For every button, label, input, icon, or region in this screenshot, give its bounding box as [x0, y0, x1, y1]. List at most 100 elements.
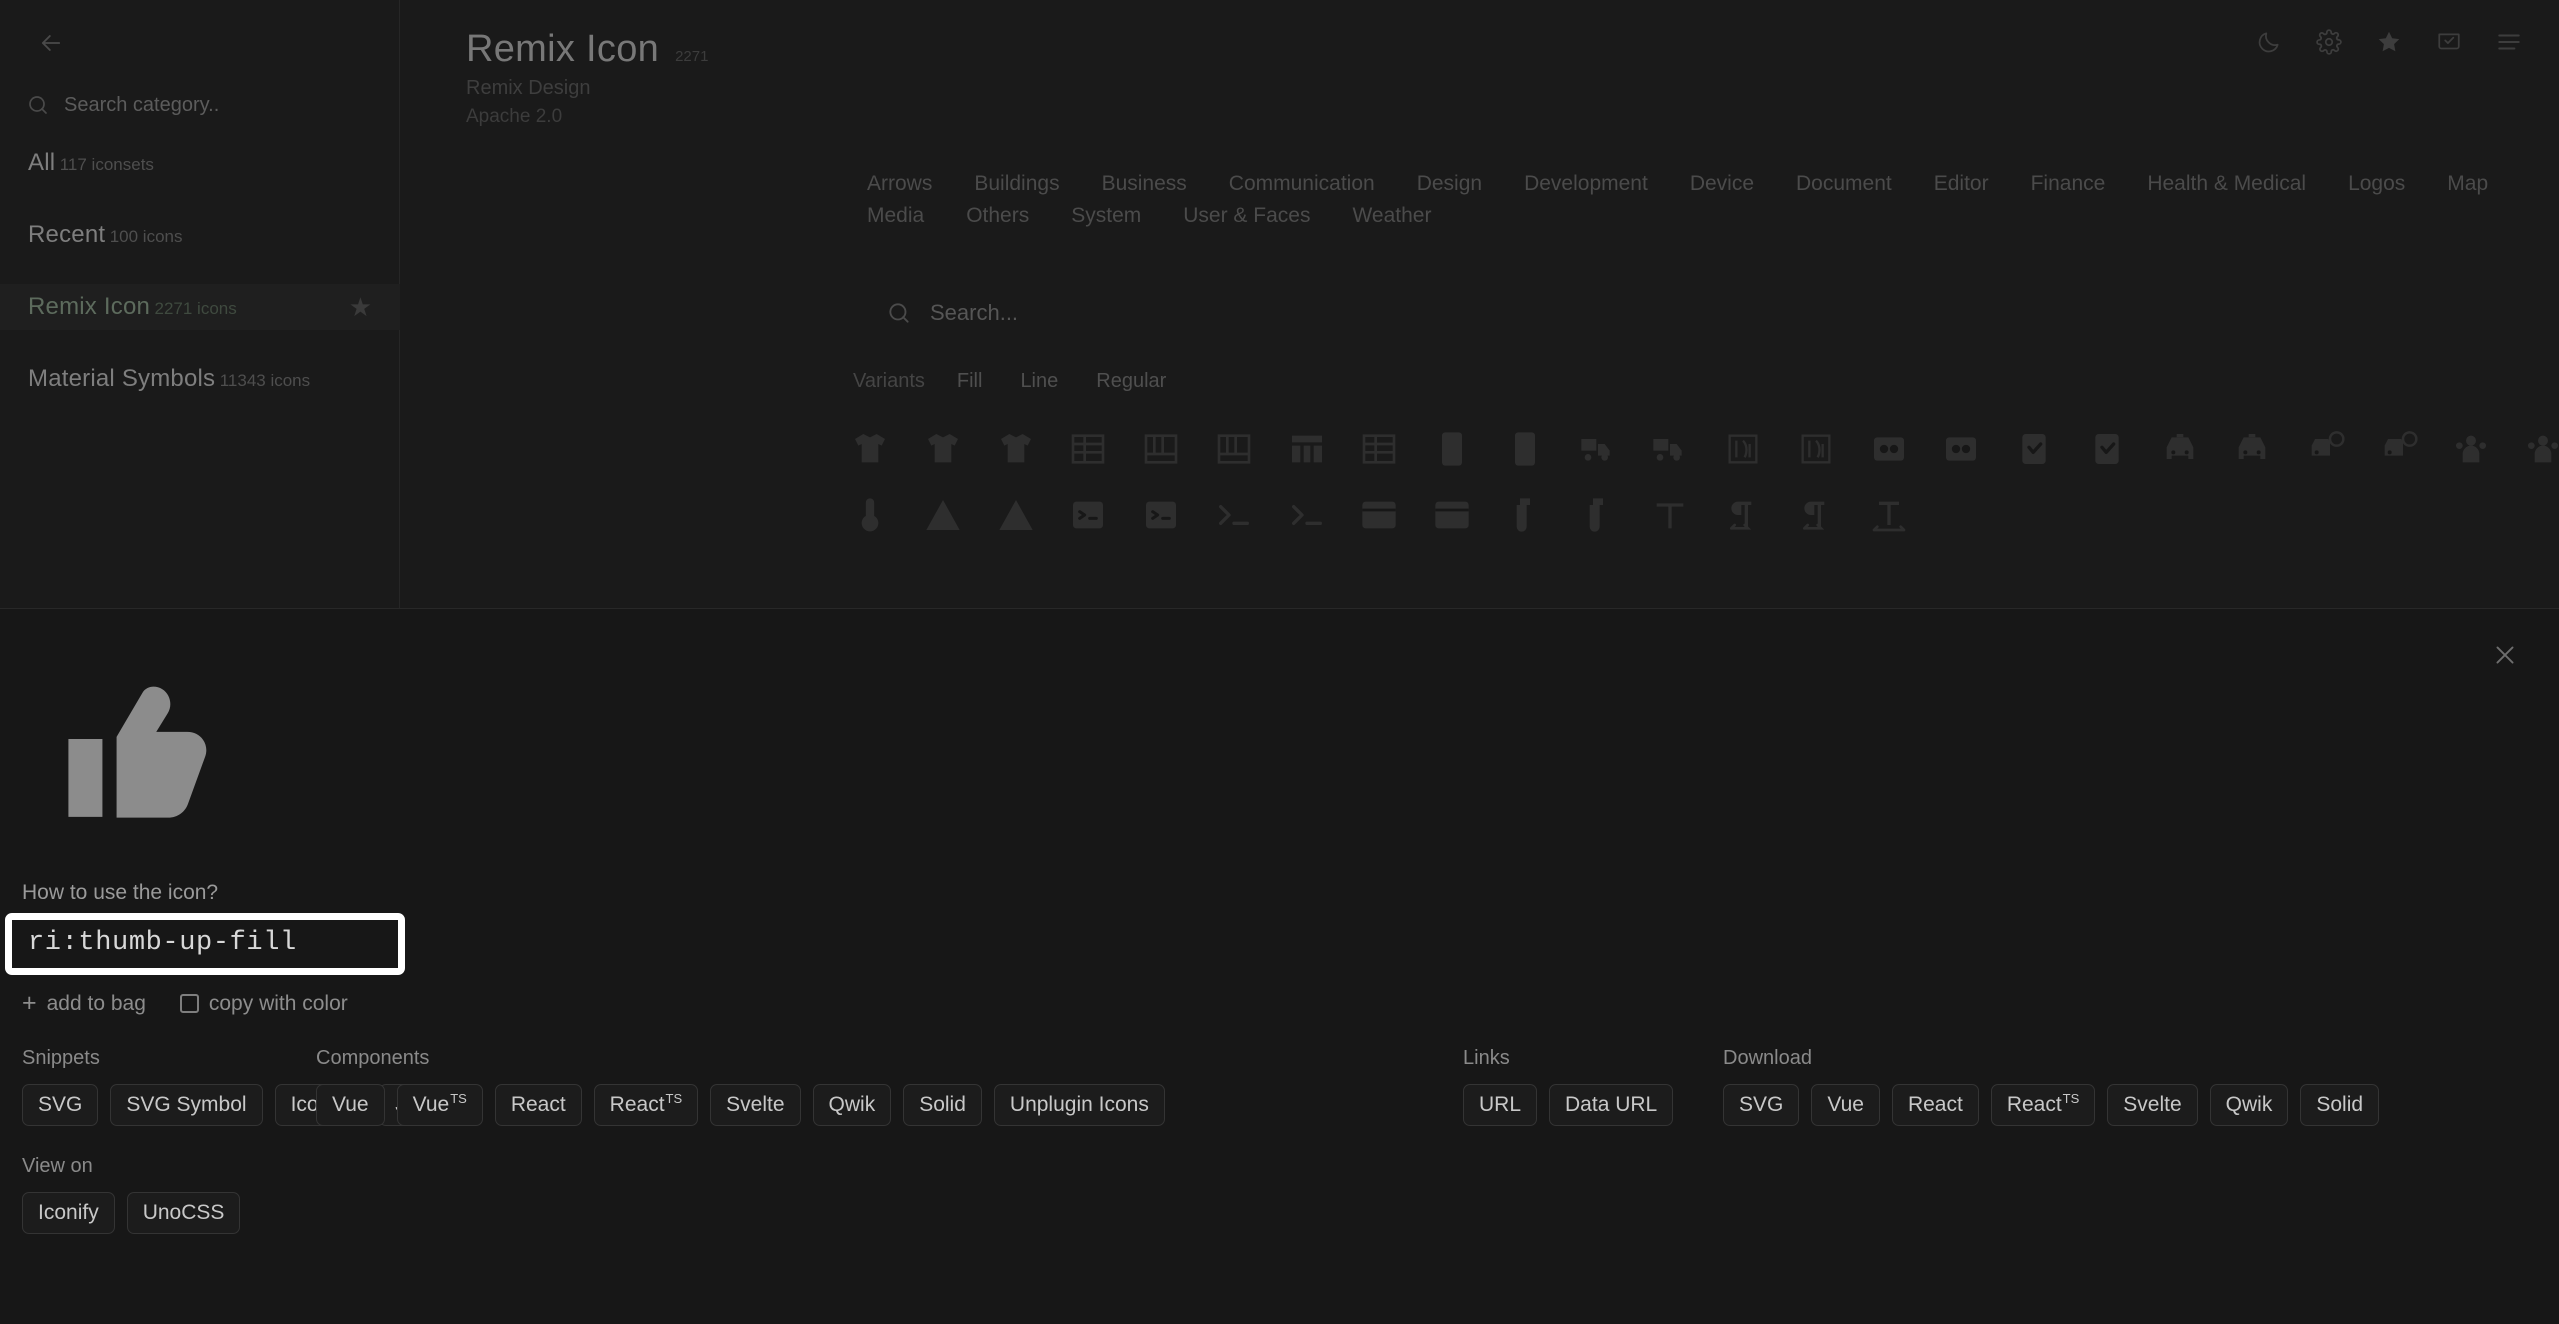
- page-title: Remix Icon: [466, 28, 660, 70]
- grid-icon[interactable]: [2151, 420, 2209, 478]
- copy-with-color-checkbox[interactable]: copy with color: [179, 992, 348, 1016]
- chip-button[interactable]: SVG: [22, 1084, 99, 1127]
- category-tab[interactable]: Others: [960, 200, 1035, 232]
- search-icons-input[interactable]: [930, 300, 1530, 326]
- chip-button[interactable]: React: [1891, 1084, 1979, 1127]
- grid-icon[interactable]: [841, 486, 899, 544]
- chip-button[interactable]: Solid: [903, 1084, 982, 1127]
- grid-icon[interactable]: [1787, 486, 1845, 544]
- grid-icon[interactable]: [2514, 420, 2559, 478]
- add-to-bag-button[interactable]: + add to bag: [22, 991, 146, 1016]
- grid-icon[interactable]: [1714, 486, 1772, 544]
- variant-regular[interactable]: Regular: [1090, 368, 1172, 395]
- chip-button[interactable]: Qwik: [812, 1084, 892, 1127]
- back-button[interactable]: [30, 22, 72, 64]
- chip-button[interactable]: Iconify: [22, 1192, 115, 1235]
- category-tab[interactable]: Design: [1411, 168, 1488, 200]
- dark-mode-button[interactable]: [2247, 20, 2291, 64]
- grid-icon[interactable]: [1278, 420, 1336, 478]
- chip-button[interactable]: React TS: [593, 1084, 699, 1127]
- grid-icon[interactable]: [1278, 486, 1336, 544]
- chip-button[interactable]: Data URL: [1549, 1084, 1674, 1127]
- search-category-input[interactable]: [64, 93, 344, 117]
- grid-icon[interactable]: [987, 486, 1045, 544]
- variant-line[interactable]: Line: [1014, 368, 1064, 395]
- sidebar-item-remix-icon[interactable]: Remix Icon 2271 icons ★: [0, 284, 400, 330]
- category-search[interactable]: [26, 88, 366, 122]
- grid-icon[interactable]: [1496, 486, 1554, 544]
- grid-icon[interactable]: [2223, 420, 2281, 478]
- sidebar-item-recent[interactable]: Recent 100 icons: [0, 212, 400, 258]
- grid-icon[interactable]: [914, 420, 972, 478]
- grid-icon[interactable]: [1059, 486, 1117, 544]
- chip-button[interactable]: React: [494, 1084, 582, 1127]
- category-tab[interactable]: Health & Medical: [2141, 168, 2312, 200]
- grid-icon[interactable]: [2005, 420, 2063, 478]
- category-tab[interactable]: Finance: [2025, 168, 2112, 200]
- sidebar-item-all[interactable]: All 117 iconsets: [0, 140, 400, 186]
- chip-button[interactable]: Vue: [1811, 1084, 1880, 1127]
- settings-button[interactable]: [2307, 20, 2351, 64]
- category-tab[interactable]: Arrows: [861, 168, 938, 200]
- grid-icon[interactable]: [1569, 486, 1627, 544]
- grid-icon[interactable]: [2078, 420, 2136, 478]
- grid-icon[interactable]: [2442, 420, 2500, 478]
- category-tab[interactable]: Logos: [2342, 168, 2411, 200]
- chip-button[interactable]: Svelte: [2107, 1084, 2198, 1127]
- grid-icon[interactable]: [1496, 420, 1554, 478]
- chip-button[interactable]: Vue: [316, 1084, 385, 1127]
- chip-button[interactable]: SVG: [1723, 1084, 1800, 1127]
- icon-search[interactable]: [886, 300, 1530, 326]
- category-tab[interactable]: Business: [1096, 168, 1193, 200]
- grid-icon[interactable]: [1205, 486, 1263, 544]
- chip-button[interactable]: Svelte: [710, 1084, 801, 1127]
- chip-button[interactable]: SVG Symbol: [110, 1084, 263, 1127]
- category-tab[interactable]: Buildings: [968, 168, 1065, 200]
- grid-icon[interactable]: [1350, 420, 1408, 478]
- grid-icon[interactable]: [1860, 420, 1918, 478]
- chip-button[interactable]: Unplugin Icons: [993, 1084, 1165, 1127]
- grid-icon[interactable]: [1641, 420, 1699, 478]
- star-icon[interactable]: ★: [349, 294, 372, 320]
- category-tab[interactable]: System: [1065, 200, 1147, 232]
- chip-button[interactable]: Vue TS: [396, 1084, 483, 1127]
- grid-icon[interactable]: [914, 486, 972, 544]
- chip-button[interactable]: React TS: [1990, 1084, 2096, 1127]
- category-tab[interactable]: Editor: [1928, 168, 1995, 200]
- menu-button[interactable]: [2487, 20, 2531, 64]
- grid-icon[interactable]: [1423, 486, 1481, 544]
- category-tab[interactable]: Device: [1684, 168, 1760, 200]
- grid-icon[interactable]: [1132, 486, 1190, 544]
- grid-icon[interactable]: [2369, 420, 2427, 478]
- grid-icon[interactable]: [1569, 420, 1627, 478]
- grid-icon[interactable]: [1641, 486, 1699, 544]
- grid-icon[interactable]: [1350, 486, 1408, 544]
- bag-button[interactable]: [2427, 20, 2471, 64]
- grid-icon[interactable]: [1932, 420, 1990, 478]
- favorites-button[interactable]: [2367, 20, 2411, 64]
- category-tab[interactable]: Development: [1518, 168, 1654, 200]
- category-tab[interactable]: User & Faces: [1177, 200, 1316, 232]
- category-tab[interactable]: Weather: [1346, 200, 1437, 232]
- chip-button[interactable]: URL: [1463, 1084, 1538, 1127]
- grid-icon[interactable]: [1787, 420, 1845, 478]
- grid-icon[interactable]: [2296, 420, 2354, 478]
- chip-button[interactable]: Solid: [2300, 1084, 2380, 1127]
- category-tab[interactable]: Media: [861, 200, 930, 232]
- grid-icon[interactable]: [987, 420, 1045, 478]
- grid-icon[interactable]: [1860, 486, 1918, 544]
- grid-icon[interactable]: [1132, 420, 1190, 478]
- grid-icon[interactable]: [1059, 420, 1117, 478]
- category-tab[interactable]: Document: [1790, 168, 1898, 200]
- chip-button[interactable]: UnoCSS: [126, 1192, 241, 1235]
- grid-icon[interactable]: [1714, 420, 1772, 478]
- grid-icon[interactable]: [841, 420, 899, 478]
- category-tab[interactable]: Communication: [1223, 168, 1381, 200]
- close-button[interactable]: [2483, 633, 2527, 677]
- sidebar-item-material-symbols[interactable]: Material Symbols 11343 icons: [0, 356, 400, 402]
- category-tab[interactable]: Map: [2441, 168, 2494, 200]
- chip-button[interactable]: Qwik: [2209, 1084, 2289, 1127]
- grid-icon[interactable]: [1423, 420, 1481, 478]
- grid-icon[interactable]: [1205, 420, 1263, 478]
- variant-fill[interactable]: Fill: [951, 368, 989, 395]
